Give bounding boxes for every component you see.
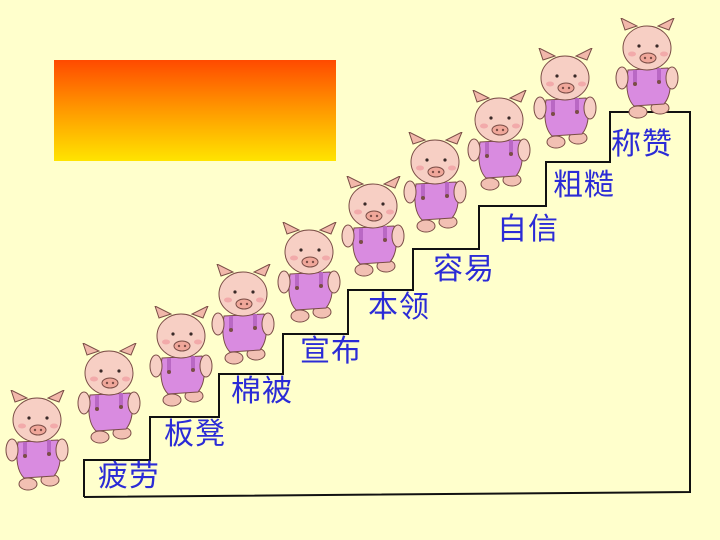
pig-cartoon-icon: [400, 132, 470, 236]
pig-cartoon-icon: [2, 390, 72, 494]
pig-cartoon-icon: [612, 18, 682, 122]
pig-cartoon-icon: [146, 306, 216, 410]
word-8: 粗糙: [553, 168, 615, 203]
word-4: 宣布: [300, 334, 362, 369]
word-3: 棉被: [231, 374, 293, 409]
word-5: 本领: [368, 290, 430, 325]
word-6: 容易: [433, 252, 495, 287]
pig-cartoon-icon: [338, 176, 408, 280]
word-9: 称赞: [611, 127, 673, 162]
pig-cartoon-icon: [464, 90, 534, 194]
pig-cartoon-icon: [74, 343, 144, 447]
word-7: 自信: [497, 212, 559, 247]
pig-cartoon-icon: [208, 264, 278, 368]
word-2: 板凳: [164, 417, 226, 452]
word-1: 疲劳: [98, 459, 160, 494]
pig-cartoon-icon: [274, 222, 344, 326]
pig-cartoon-icon: [530, 48, 600, 152]
slide-canvas: 疲劳 板凳 棉被 宣布 本领 容易 自信 粗糙 称赞: [0, 0, 720, 540]
